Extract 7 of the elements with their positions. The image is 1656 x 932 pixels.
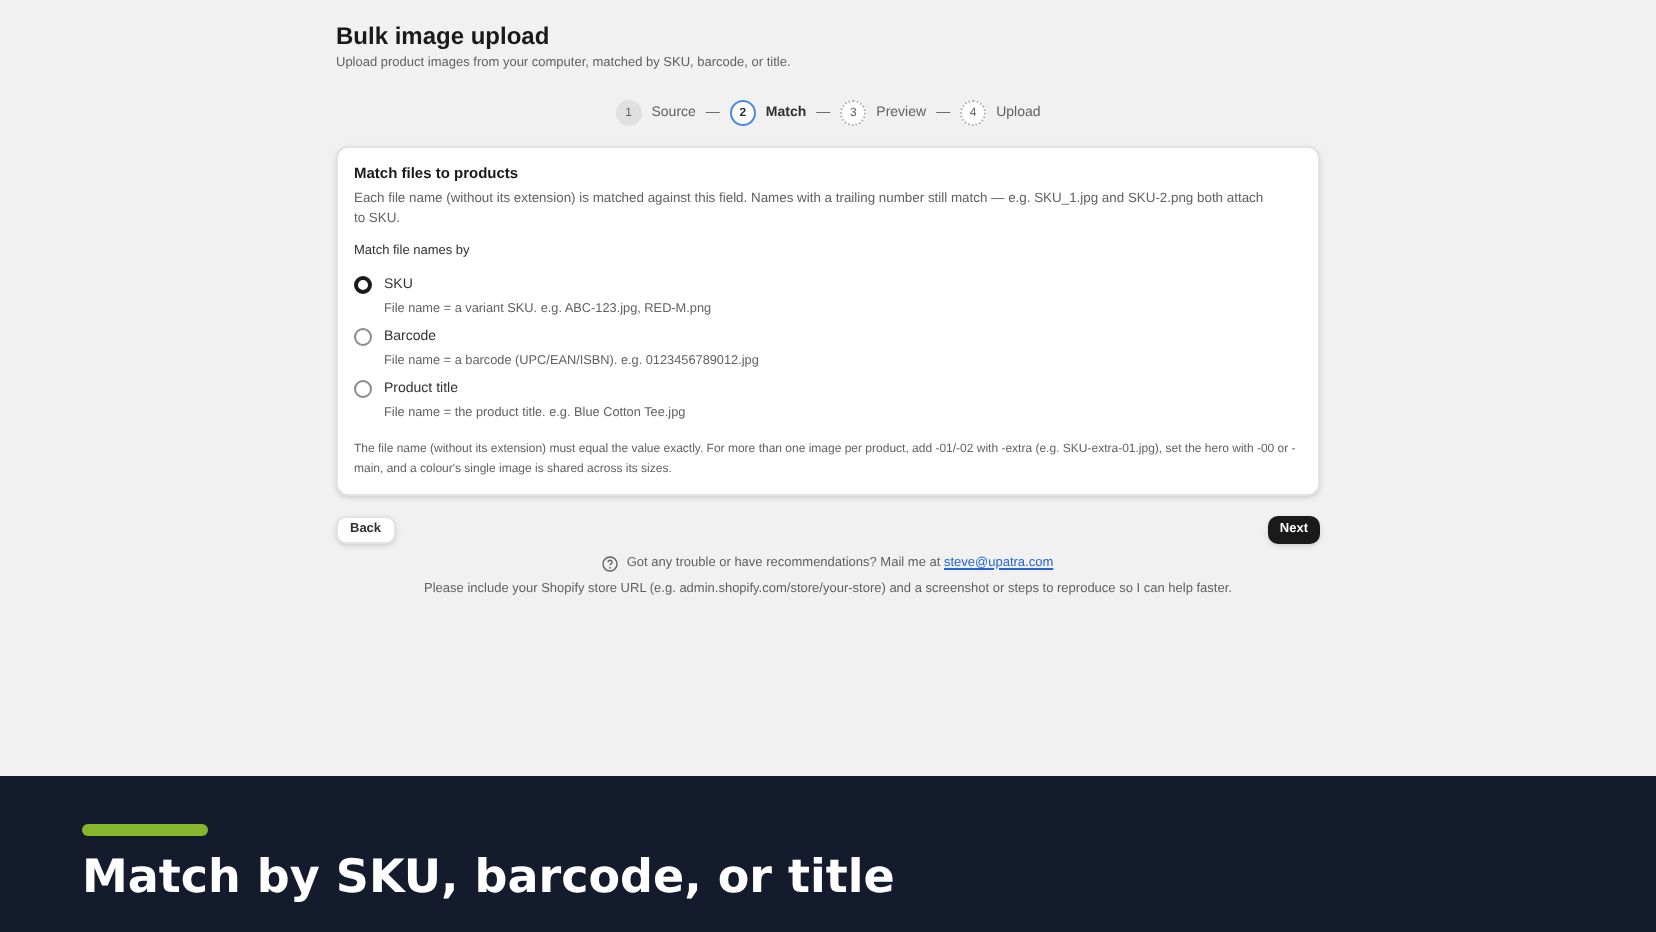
radio-button[interactable] xyxy=(354,380,372,399)
banner-title: Match by SKU, barcode, or title xyxy=(82,850,897,908)
radio-button[interactable] xyxy=(354,328,372,347)
help-icon xyxy=(602,555,619,572)
radio-button[interactable] xyxy=(354,276,372,295)
page-title: Bulk image upload xyxy=(336,22,552,50)
accent-bar xyxy=(82,824,208,836)
